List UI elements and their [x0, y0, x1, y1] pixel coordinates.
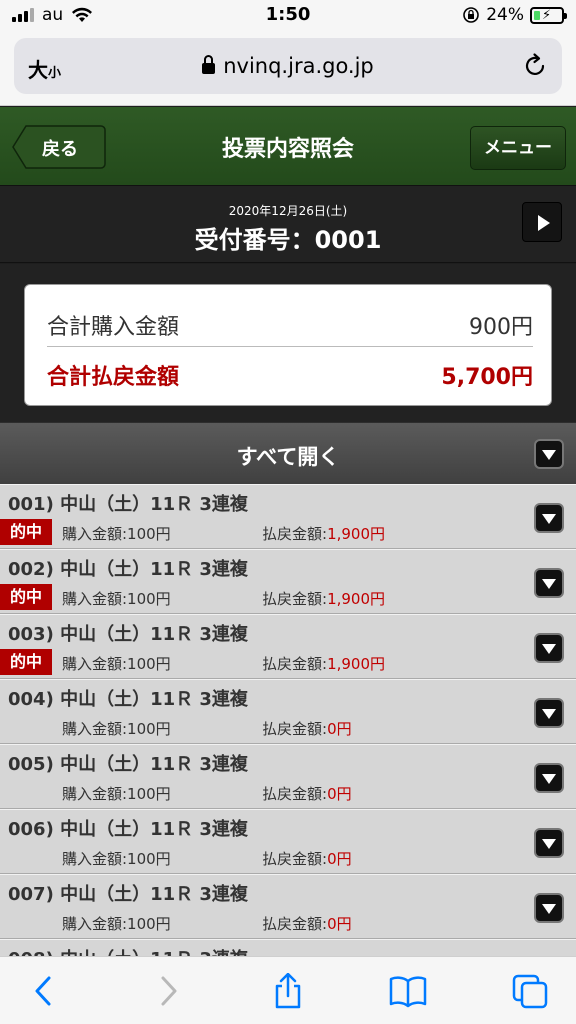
ticket-list: 001) 中山（土）11Ｒ 3連複 的中 購入金額:100円 払戻金額:1,900円 0…	[0, 484, 576, 956]
ticket-title: 001) 中山（土）11Ｒ 3連複	[8, 494, 248, 515]
status-right: 24% ⚡	[462, 5, 567, 25]
tabs-icon[interactable]	[510, 973, 550, 1009]
lock-icon	[202, 55, 216, 74]
ticket-payout-label: 払戻金額:	[262, 525, 328, 543]
ticket-payout-label: 払戻金額:	[262, 720, 328, 738]
ticket-payout-value: 1,900円	[327, 525, 386, 543]
ticket-expand-icon[interactable]	[534, 503, 564, 533]
hit-badge: 的中	[0, 584, 52, 610]
summary-card: 合計購入金額 900円 合計払戻金額 5,700円	[24, 284, 552, 406]
ticket-title: 002) 中山（土）11Ｒ 3連複	[8, 559, 248, 580]
chevron-right-icon[interactable]	[148, 973, 188, 1009]
receipt-date: 2020年12月26日(土)	[228, 204, 348, 218]
total-payout-label: 合計払戻金額	[47, 365, 180, 390]
menu-button[interactable]: メニュー	[470, 126, 566, 170]
ticket-title: 008) 中山（土）11Ｒ 3連複	[8, 945, 248, 956]
url-display[interactable]: nvinq.jra.go.jp	[14, 54, 562, 78]
ticket-purchase-amount: 購入金額:100円	[62, 785, 171, 803]
ticket-row[interactable]: 003) 中山（土）11Ｒ 3連複的中 購入金額:100円 払戻金額:1,900円	[0, 614, 576, 679]
ticket-payout: 払戻金額:0円	[262, 913, 352, 934]
ticket-title: 006) 中山（土）11Ｒ 3連複	[8, 819, 248, 840]
total-payout-row: 合計払戻金額 5,700円	[47, 353, 533, 393]
reload-icon[interactable]	[522, 52, 548, 78]
ticket-row[interactable]: 001) 中山（土）11Ｒ 3連複的中 購入金額:100円 払戻金額:1,900円	[0, 484, 576, 549]
open-all-label: すべて開く	[236, 445, 340, 469]
ticket-payout: 払戻金額:0円	[262, 718, 352, 739]
ticket-payout-value: 1,900円	[327, 590, 386, 608]
ticket-payout-value: 0円	[327, 785, 352, 803]
ticket-payout-label: 払戻金額:	[262, 590, 328, 608]
ticket-payout-label: 払戻金額:	[262, 655, 328, 673]
battery-fill	[534, 10, 541, 20]
ticket-payout: 払戻金額:1,900円	[262, 653, 385, 674]
orientation-lock-icon	[463, 7, 480, 23]
ticket-payout-value: 0円	[327, 720, 352, 738]
ticket-row[interactable]: 006) 中山（土）11Ｒ 3連複購入金額:100円 払戻金額:0円	[0, 809, 576, 874]
ticket-payout-value: 0円	[327, 915, 352, 933]
ticket-expand-icon[interactable]	[534, 893, 564, 923]
ticket-payout-label: 払戻金額:	[262, 850, 328, 868]
ticket-payout: 払戻金額:0円	[262, 783, 352, 804]
chevron-left-icon[interactable]	[24, 973, 64, 1009]
browser-address-area: 大小 nvinq.jra.go.jp	[0, 32, 576, 106]
hit-badge: 的中	[0, 519, 52, 545]
page-header: 戻る 投票内容照会 メニュー	[0, 107, 576, 185]
ticket-purchase-amount: 購入金額:100円	[62, 655, 171, 673]
total-payout-value: 5,700円	[441, 365, 533, 390]
ticket-row[interactable]: 002) 中山（土）11Ｒ 3連複的中 購入金額:100円 払戻金額:1,900円	[0, 549, 576, 614]
book-icon[interactable]	[388, 973, 428, 1009]
ticket-payout-label: 払戻金額:	[262, 915, 328, 933]
ticket-purchase-amount: 購入金額:100円	[62, 525, 171, 543]
charging-bolt-icon: ⚡	[542, 7, 552, 23]
ticket-payout-value: 0円	[327, 850, 352, 868]
ticket-payout: 払戻金額:1,900円	[262, 588, 385, 609]
ticket-row[interactable]: 005) 中山（土）11Ｒ 3連複購入金額:100円 払戻金額:0円	[0, 744, 576, 809]
total-purchase-row: 合計購入金額 900円	[47, 303, 533, 347]
ticket-expand-icon[interactable]	[534, 698, 564, 728]
ticket-expand-icon[interactable]	[534, 568, 564, 598]
total-purchase-label: 合計購入金額	[47, 315, 180, 340]
ticket-row[interactable]: 004) 中山（土）11Ｒ 3連複購入金額:100円 払戻金額:0円	[0, 679, 576, 744]
url-text: nvinq.jra.go.jp	[223, 54, 374, 78]
share-icon[interactable]	[268, 973, 308, 1009]
receipt-info: 2020年12月26日(土) 受付番号：0001	[0, 185, 576, 263]
browser-toolbar	[0, 956, 576, 1024]
ticket-expand-icon[interactable]	[534, 633, 564, 663]
ticket-purchase-amount: 購入金額:100円	[62, 720, 171, 738]
ticket-payout-label: 払戻金額:	[262, 785, 328, 803]
ticket-row[interactable]: 007) 中山（土）11Ｒ 3連複購入金額:100円 払戻金額:0円	[0, 874, 576, 939]
ticket-payout: 払戻金額:1,900円	[262, 523, 385, 544]
total-purchase-value: 900円	[469, 315, 533, 340]
ticket-purchase-amount: 購入金額:100円	[62, 850, 171, 868]
ticket-title: 005) 中山（土）11Ｒ 3連複	[8, 754, 248, 775]
ticket-title: 003) 中山（土）11Ｒ 3連複	[8, 624, 248, 645]
open-all-bar[interactable]: すべて開く	[0, 422, 576, 484]
ticket-purchase-amount: 購入金額:100円	[62, 590, 171, 608]
ticket-payout-value: 1,900円	[327, 655, 386, 673]
ticket-purchase-amount: 購入金額:100円	[62, 915, 171, 933]
address-bar[interactable]: 大小 nvinq.jra.go.jp	[14, 38, 562, 94]
summary-section: 合計購入金額 900円 合計払戻金額 5,700円	[0, 264, 576, 422]
next-play-button[interactable]	[522, 202, 562, 242]
ticket-payout: 払戻金額:0円	[262, 848, 352, 869]
ticket-expand-icon[interactable]	[534, 828, 564, 858]
receipt-number: 受付番号：0001	[194, 226, 382, 254]
hit-badge: 的中	[0, 649, 52, 675]
ticket-expand-icon[interactable]	[534, 763, 564, 793]
ticket-title: 007) 中山（土）11Ｒ 3連複	[8, 884, 248, 905]
screen: au 1:50 24% ⚡ 大小 nvinq.jra.go.jp 戻る 投票内容…	[0, 0, 576, 1024]
ticket-row[interactable]: 008) 中山（土）11Ｒ 3連複	[0, 939, 576, 956]
status-bar: au 1:50 24% ⚡	[0, 0, 576, 32]
ticket-title: 004) 中山（土）11Ｒ 3連複	[8, 689, 248, 710]
battery-icon: ⚡	[530, 6, 567, 24]
open-all-dropdown-icon[interactable]	[534, 439, 564, 469]
battery-percent: 24%	[486, 5, 524, 25]
